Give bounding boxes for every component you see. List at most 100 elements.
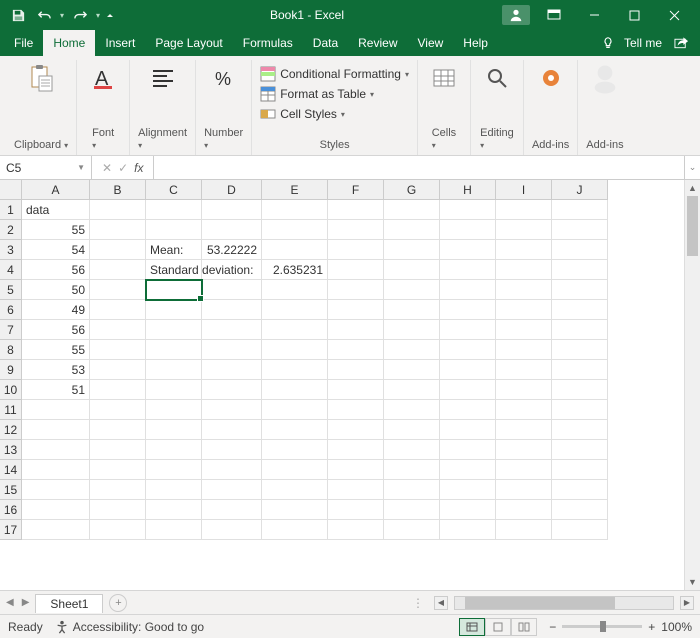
cell-E14[interactable]: [262, 460, 328, 480]
cell-J3[interactable]: [552, 240, 608, 260]
zoom-in-button[interactable]: +: [648, 620, 655, 634]
cell-C1[interactable]: [146, 200, 202, 220]
cell-B6[interactable]: [90, 300, 146, 320]
col-header[interactable]: F: [328, 180, 384, 200]
cell-J15[interactable]: [552, 480, 608, 500]
cell-B17[interactable]: [90, 520, 146, 540]
cell-C11[interactable]: [146, 400, 202, 420]
col-header[interactable]: A: [22, 180, 90, 200]
cell-G10[interactable]: [384, 380, 440, 400]
number-button[interactable]: %: [206, 62, 242, 94]
cell-J10[interactable]: [552, 380, 608, 400]
prev-sheet-icon[interactable]: ◀: [6, 597, 14, 608]
col-header[interactable]: I: [496, 180, 552, 200]
scroll-down-icon[interactable]: ▼: [685, 574, 700, 590]
addins-button[interactable]: [533, 62, 569, 94]
cell-A14[interactable]: [22, 460, 90, 480]
cell-C3[interactable]: Mean:: [146, 240, 202, 260]
cell-I2[interactable]: [496, 220, 552, 240]
cell-I17[interactable]: [496, 520, 552, 540]
cell-D13[interactable]: [202, 440, 262, 460]
cell-A1[interactable]: data: [22, 200, 90, 220]
cell-H7[interactable]: [440, 320, 496, 340]
row-header[interactable]: 7: [0, 320, 22, 340]
cell-A16[interactable]: [22, 500, 90, 520]
col-header[interactable]: C: [146, 180, 202, 200]
cell-F12[interactable]: [328, 420, 384, 440]
scroll-left-icon[interactable]: ◀: [434, 596, 448, 610]
cell-E8[interactable]: [262, 340, 328, 360]
col-header[interactable]: E: [262, 180, 328, 200]
cell-H14[interactable]: [440, 460, 496, 480]
col-header[interactable]: J: [552, 180, 608, 200]
row-header[interactable]: 10: [0, 380, 22, 400]
cell-G16[interactable]: [384, 500, 440, 520]
cell-H10[interactable]: [440, 380, 496, 400]
tab-data[interactable]: Data: [303, 30, 348, 56]
row-header[interactable]: 15: [0, 480, 22, 500]
cell-G5[interactable]: [384, 280, 440, 300]
cell-J11[interactable]: [552, 400, 608, 420]
tell-me-label[interactable]: Tell me: [624, 36, 662, 50]
cell-E12[interactable]: [262, 420, 328, 440]
cell-A13[interactable]: [22, 440, 90, 460]
cell-J2[interactable]: [552, 220, 608, 240]
cell-H11[interactable]: [440, 400, 496, 420]
cell-C16[interactable]: [146, 500, 202, 520]
cell-F11[interactable]: [328, 400, 384, 420]
cell-I8[interactable]: [496, 340, 552, 360]
cell-B16[interactable]: [90, 500, 146, 520]
row-header[interactable]: 11: [0, 400, 22, 420]
normal-view-button[interactable]: [459, 618, 485, 636]
cell-G13[interactable]: [384, 440, 440, 460]
cell-H6[interactable]: [440, 300, 496, 320]
cell-D1[interactable]: [202, 200, 262, 220]
tab-insert[interactable]: Insert: [95, 30, 145, 56]
cell-I3[interactable]: [496, 240, 552, 260]
grid[interactable]: data5554Mean:53.2222256Standard deviatio…: [22, 200, 608, 590]
row-header[interactable]: 13: [0, 440, 22, 460]
cell-E17[interactable]: [262, 520, 328, 540]
lightbulb-icon[interactable]: [598, 33, 618, 53]
zoom-slider[interactable]: [562, 625, 642, 628]
tab-formulas[interactable]: Formulas: [233, 30, 303, 56]
cell-G6[interactable]: [384, 300, 440, 320]
cell-D11[interactable]: [202, 400, 262, 420]
qat-customize-icon[interactable]: [104, 3, 116, 27]
cell-H4[interactable]: [440, 260, 496, 280]
cell-H16[interactable]: [440, 500, 496, 520]
cell-E2[interactable]: [262, 220, 328, 240]
cell-E10[interactable]: [262, 380, 328, 400]
cell-J12[interactable]: [552, 420, 608, 440]
cell-A17[interactable]: [22, 520, 90, 540]
cell-G3[interactable]: [384, 240, 440, 260]
cell-E4[interactable]: 2.635231: [262, 260, 328, 280]
cell-C7[interactable]: [146, 320, 202, 340]
cell-E6[interactable]: [262, 300, 328, 320]
cell-D17[interactable]: [202, 520, 262, 540]
cell-C9[interactable]: [146, 360, 202, 380]
cell-A4[interactable]: 56: [22, 260, 90, 280]
cell-C13[interactable]: [146, 440, 202, 460]
row-header[interactable]: 1: [0, 200, 22, 220]
cell-B8[interactable]: [90, 340, 146, 360]
row-header[interactable]: 8: [0, 340, 22, 360]
cell-B2[interactable]: [90, 220, 146, 240]
alignment-button[interactable]: [145, 62, 181, 94]
cell-G7[interactable]: [384, 320, 440, 340]
cell-D14[interactable]: [202, 460, 262, 480]
font-button[interactable]: A: [85, 62, 121, 94]
cell-F13[interactable]: [328, 440, 384, 460]
cell-I9[interactable]: [496, 360, 552, 380]
tab-page-layout[interactable]: Page Layout: [145, 30, 232, 56]
cell-J17[interactable]: [552, 520, 608, 540]
addins-button-2[interactable]: [587, 62, 623, 94]
cell-H8[interactable]: [440, 340, 496, 360]
cell-H17[interactable]: [440, 520, 496, 540]
formula-bar[interactable]: [154, 156, 684, 179]
cell-E5[interactable]: [262, 280, 328, 300]
cell-C5[interactable]: [146, 280, 202, 300]
cell-J14[interactable]: [552, 460, 608, 480]
cell-J6[interactable]: [552, 300, 608, 320]
conditional-formatting-button[interactable]: Conditional Formatting ▾: [260, 66, 409, 82]
